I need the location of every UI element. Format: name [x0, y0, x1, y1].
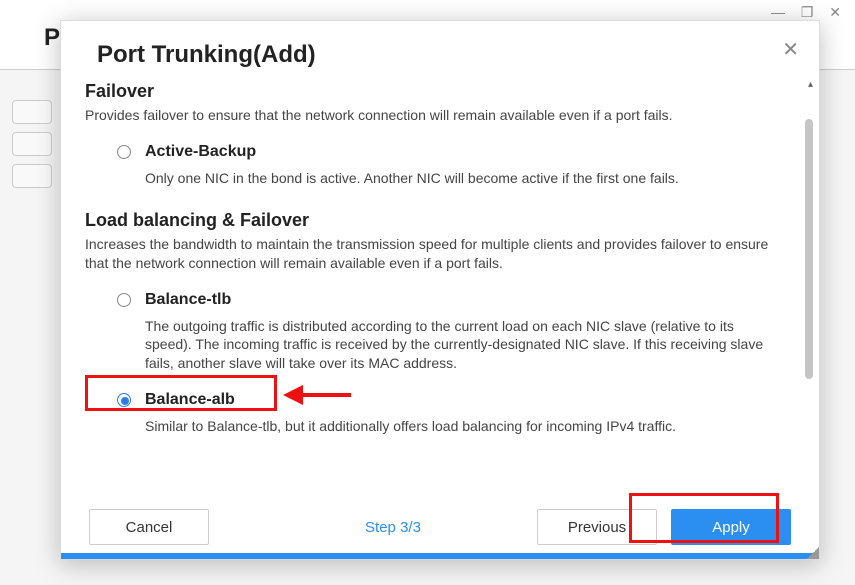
option-active-backup[interactable]: Active-Backup — [85, 143, 791, 161]
radio-active-backup[interactable] — [117, 145, 131, 159]
section-failover-title: Failover — [85, 81, 791, 102]
option-desc: The outgoing traffic is distributed acco… — [85, 317, 791, 374]
annotation-highlight-apply — [629, 493, 779, 543]
bg-sidebar-item — [12, 164, 52, 188]
cancel-button[interactable]: Cancel — [89, 509, 209, 545]
bg-sidebar-item — [12, 100, 52, 124]
option-desc: Only one NIC in the bond is active. Anot… — [85, 169, 791, 188]
modal-bottom-accent — [61, 553, 819, 559]
option-label: Active-Backup — [145, 143, 256, 160]
annotation-highlight-balance-alb — [85, 375, 277, 411]
radio-balance-tlb[interactable] — [117, 293, 131, 307]
modal-body: ▴ Failover Provides failover to ensure t… — [61, 79, 819, 479]
bg-sidebar-item — [12, 132, 52, 156]
step-indicator: Step 3/3 — [263, 519, 523, 536]
scroll-up-icon[interactable]: ▴ — [808, 79, 813, 90]
scrollbar[interactable]: ▴ — [805, 79, 813, 469]
modal-title: Port Trunking(Add) — [97, 41, 791, 69]
option-desc: Similar to Balance-tlb, but it additiona… — [85, 417, 791, 436]
section-loadbalance-title: Load balancing & Failover — [85, 210, 791, 231]
section-failover-desc: Provides failover to ensure that the net… — [85, 106, 791, 125]
option-balance-tlb[interactable]: Balance-tlb — [85, 291, 791, 309]
scroll-thumb[interactable] — [805, 119, 813, 379]
resize-handle-icon[interactable] — [807, 547, 819, 559]
section-loadbalance-desc: Increases the bandwidth to maintain the … — [85, 235, 791, 273]
window-controls[interactable]: — ❐ ✕ — [771, 4, 847, 21]
annotation-arrow — [283, 387, 353, 403]
close-icon[interactable]: ✕ — [782, 37, 799, 62]
modal-header: Port Trunking(Add) ✕ — [61, 21, 819, 79]
option-label: Balance-tlb — [145, 291, 231, 308]
background-sidebar — [12, 100, 60, 200]
port-trunking-add-modal: Port Trunking(Add) ✕ ▴ Failover Provides… — [60, 20, 820, 560]
